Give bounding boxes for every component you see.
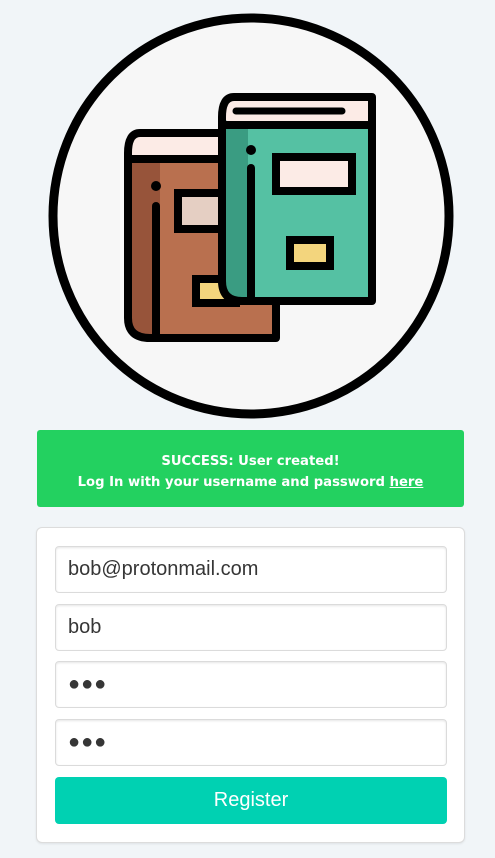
books-icon — [48, 13, 454, 419]
success-alert: SUCCESS: User created! Log In with your … — [37, 430, 464, 507]
logo — [48, 13, 454, 419]
alert-message-text: Log In with your username and password — [77, 475, 385, 490]
confirm-password-field[interactable] — [55, 719, 447, 766]
alert-title: SUCCESS: User created! — [161, 454, 340, 469]
username-field[interactable] — [55, 604, 447, 651]
alert-message: Log In with your username and password h… — [37, 472, 464, 493]
login-link[interactable]: here — [390, 475, 424, 490]
email-field[interactable] — [55, 546, 447, 593]
password-field[interactable] — [55, 661, 447, 708]
register-button[interactable]: Register — [55, 777, 447, 824]
green-book-icon — [218, 93, 376, 305]
register-form: Register — [36, 527, 465, 843]
